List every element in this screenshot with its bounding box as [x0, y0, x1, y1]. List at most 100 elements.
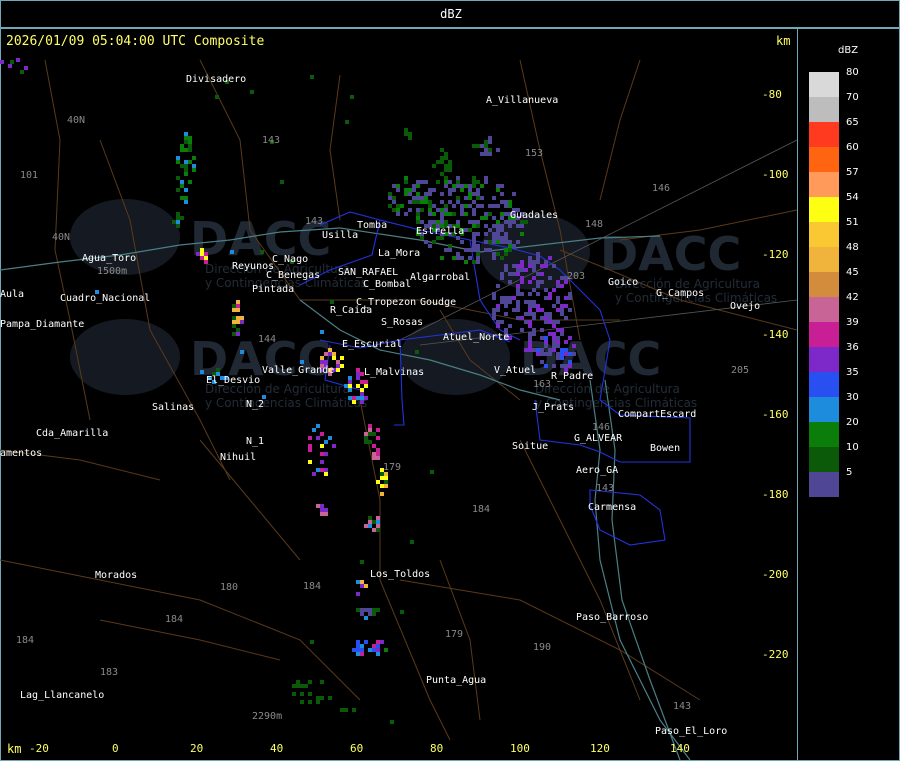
- radar-echo-cell: [528, 336, 532, 340]
- radar-echo-cell: [176, 216, 180, 220]
- radar-echo-cell: [456, 252, 460, 256]
- place-label: Lag_Llancanelo: [20, 690, 104, 701]
- place-label: CompartEscard: [618, 409, 696, 420]
- radar-echo-cell: [316, 468, 320, 472]
- radar-echo-cell: [348, 384, 352, 388]
- legend-level-label: 80: [846, 67, 859, 78]
- radar-echo-cell: [492, 308, 496, 312]
- radar-echo-cell: [508, 280, 512, 284]
- radar-echo-cell: [484, 152, 488, 156]
- place-label: C_Benegas: [266, 270, 320, 281]
- radar-echo-cell: [504, 240, 508, 244]
- radar-echo-cell: [544, 316, 548, 320]
- radar-echo-cell: [404, 128, 408, 132]
- radar-echo-cell: [440, 212, 444, 216]
- radar-echo-cell: [536, 252, 540, 256]
- radar-echo-cell: [424, 192, 428, 196]
- radar-echo-cell: [192, 156, 196, 160]
- radar-echo-cell: [496, 284, 500, 288]
- radar-echo-cell: [520, 224, 524, 228]
- radar-echo-cell: [488, 152, 492, 156]
- place-label: Soitue: [512, 441, 548, 452]
- radar-echo-cell: [180, 184, 184, 188]
- radar-echo-cell: [200, 248, 204, 252]
- radar-echo-cell: [328, 352, 332, 356]
- radar-echo-cell: [508, 296, 512, 300]
- radar-echo-cell: [376, 608, 380, 612]
- radar-echo-cell: [332, 356, 336, 360]
- radar-echo-cell: [416, 196, 420, 200]
- radar-echo-cell: [476, 192, 480, 196]
- route-number: 184: [303, 581, 321, 592]
- radar-echo-cell: [388, 204, 392, 208]
- radar-echo-cell: [408, 188, 412, 192]
- radar-echo-cell: [420, 180, 424, 184]
- radar-echo-cell: [372, 644, 376, 648]
- radar-echo-cell: [476, 256, 480, 260]
- radar-echo-cell: [528, 260, 532, 264]
- place-label: R_Caida: [330, 305, 372, 316]
- radar-echo-cell: [184, 188, 188, 192]
- radar-echo-cell: [548, 352, 552, 356]
- radar-echo-cell: [548, 332, 552, 336]
- radar-echo-cell: [552, 264, 556, 268]
- radar-echo-cell: [356, 372, 360, 376]
- radar-echo-cell: [404, 180, 408, 184]
- radar-echo-cell: [436, 208, 440, 212]
- radar-echo-cell: [472, 192, 476, 196]
- radar-echo-cell: [308, 700, 312, 704]
- radar-echo-cell: [428, 200, 432, 204]
- place-label: Pampa_Diamante: [0, 319, 84, 330]
- radar-echo-cell: [396, 212, 400, 216]
- radar-echo-cell: [368, 612, 372, 616]
- route-number: 146: [592, 422, 610, 433]
- radar-echo-cell: [520, 328, 524, 332]
- radar-echo-cell: [512, 244, 516, 248]
- place-label: L_Malvinas: [364, 367, 424, 378]
- radar-echo-cell: [528, 300, 532, 304]
- radar-echo-cell: [368, 524, 372, 528]
- radar-echo-cell: [444, 156, 448, 160]
- radar-echo-cell: [540, 308, 544, 312]
- radar-echo-cell: [188, 144, 192, 148]
- radar-echo-cell: [492, 240, 496, 244]
- radar-echo-cell: [400, 204, 404, 208]
- radar-echo-cell: [472, 224, 476, 228]
- radar-echo-cell: [468, 220, 472, 224]
- radar-echo-cell: [492, 196, 496, 200]
- radar-echo-cell: [236, 304, 240, 308]
- radar-echo-cell: [360, 644, 364, 648]
- radar-echo-cell: [508, 244, 512, 248]
- radar-echo-cell: [292, 684, 296, 688]
- radar-echo-cell: [472, 180, 476, 184]
- place-label: Tomba: [357, 220, 387, 231]
- radar-echo-cell: [312, 428, 316, 432]
- radar-echo-cell: [416, 208, 420, 212]
- radar-echo-cell: [340, 356, 344, 360]
- radar-echo-cell: [376, 652, 380, 656]
- radar-echo-cell: [192, 168, 196, 172]
- radar-echo-cell: [532, 276, 536, 280]
- place-label: G_ALVEAR: [574, 433, 623, 444]
- radar-echo-cell: [508, 248, 512, 252]
- radar-echo-cell: [560, 284, 564, 288]
- radar-map[interactable]: DACCDirección de Agriculturay Contingenc…: [0, 0, 900, 761]
- radar-echo-cell: [504, 220, 508, 224]
- radar-echo-cell: [504, 300, 508, 304]
- radar-echo-cell: [552, 344, 556, 348]
- road-line: [519, 439, 641, 701]
- radar-echo-cell: [452, 188, 456, 192]
- radar-echo-cell: [440, 148, 444, 152]
- place-label: SAN_RAFAEL: [338, 267, 398, 278]
- x-tick-label: 40: [270, 742, 284, 755]
- radar-echo-cell: [492, 292, 496, 296]
- radar-echo-cell: [428, 212, 432, 216]
- radar-echo-cell: [360, 388, 364, 392]
- radar-echo-cell: [360, 584, 364, 588]
- radar-echo-cell: [436, 220, 440, 224]
- road-line: [329, 74, 341, 221]
- radar-echo-cell: [556, 320, 560, 324]
- radar-echo-cell: [472, 200, 476, 204]
- radar-echo-cell: [460, 240, 464, 244]
- radar-echo-cell: [540, 316, 544, 320]
